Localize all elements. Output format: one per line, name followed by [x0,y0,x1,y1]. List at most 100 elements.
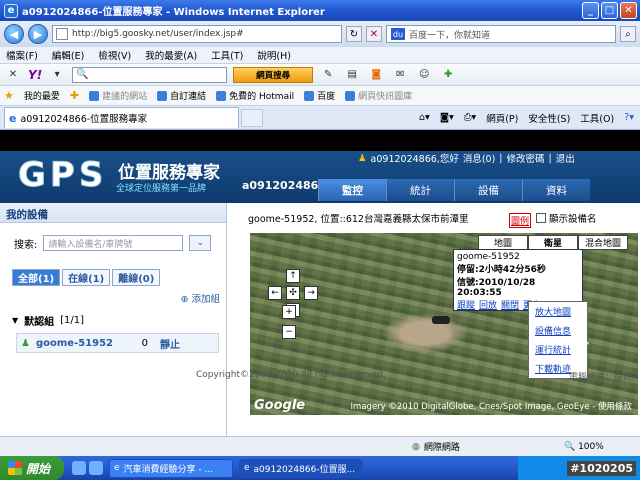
url-input[interactable]: http://big5.goosky.net/user/index.jsp# [52,25,342,43]
logout-link[interactable]: 退出 [556,151,575,165]
device-search-button[interactable]: ⌄ [189,235,212,251]
web-search-placeholder: 百度一下，你就知道 [409,30,491,41]
close-button[interactable]: ✕ [620,2,637,19]
maximize-button[interactable]: □ [601,2,618,19]
search-icon[interactable]: ⌕ [620,26,636,42]
menu-file[interactable]: 檔案(F) [6,48,38,62]
menu-zoom-map[interactable]: 放大地圖 [529,302,587,321]
map-type-satellite[interactable]: 衛星 [528,235,578,250]
map-type-map[interactable]: 地圖 [478,235,528,250]
close-toolbar-icon[interactable]: ✕ [4,67,22,83]
vehicle-marker-icon[interactable] [432,316,450,324]
page-menu[interactable]: 網頁(P) [486,111,518,125]
devices-title: 我的設備 [0,203,226,223]
gps-logo: GPS [17,155,108,196]
legend-link[interactable]: 圖例 [509,213,532,228]
track-link[interactable]: 跟蹤 [457,298,475,311]
pan-up-icon[interactable]: ↑ [286,269,300,283]
favorite-link[interactable]: 免費的 Hotmail [216,89,294,102]
taskbar-item[interactable]: e a0912024866-位置服... [239,458,363,478]
google-logo[interactable]: Google [254,398,305,413]
home-icon[interactable]: ⌂▾ [419,112,430,123]
safety-menu[interactable]: 安全性(S) [528,111,570,125]
playback-link[interactable]: 回放 [479,298,497,311]
help-icon[interactable]: ?▾ [624,112,634,123]
new-tab-button[interactable] [241,108,263,127]
tab-statistics[interactable]: 統計 [386,179,454,201]
dropdown-icon[interactable]: ▾ [48,67,66,83]
tab-monitor[interactable]: 監控 [318,179,386,201]
add-icon[interactable]: ✚ [439,67,457,83]
collapse-icon[interactable]: ▼ [12,316,18,325]
mail-icon[interactable]: ✉ [391,67,409,83]
device-row[interactable]: ♟ goome-51952 0 靜止 [16,333,219,353]
menu-favorites[interactable]: 我的最愛(A) [145,48,197,62]
bookmark-icon[interactable]: ▤ [343,67,361,83]
tab-data[interactable]: 資料 [522,179,590,201]
rss-icon[interactable]: ◙ [367,67,385,83]
add-favorite-icon[interactable]: ✚ [70,89,79,102]
close-popup-link[interactable]: 關閉 [501,298,519,311]
filter-offline[interactable]: 離線(0) [112,269,161,286]
gps-title: 位置服務專家 [118,163,220,183]
page-content: GPS 位置服務專家 全球定位服務第一品牌 a0912024866 ♟ a091… [0,151,640,436]
pencil-icon[interactable]: ✎ [319,67,337,83]
pan-center-icon[interactable]: ✣ [286,286,300,300]
yahoo-search-button[interactable]: 網頁搜尋 [233,66,314,83]
desktop-quicklaunch-icon[interactable] [89,461,103,475]
satellite-map[interactable]: 地圖 衛星 混合地圖 ↑ ← ✣ → ↓ + − goome-51952 停留:… [250,233,638,415]
pan-right-icon[interactable]: → [304,286,318,300]
filter-all[interactable]: 全部(1) [12,269,61,286]
gps-header: GPS 位置服務專家 全球定位服務第一品牌 a0912024866 ♟ a091… [0,151,640,203]
stop-icon[interactable]: ✕ [366,26,382,42]
map-panel: goome-51952, 位置::612台灣嘉義縣太保市前潭里 圖例 顯示設備名… [228,203,640,436]
favorites-star-icon[interactable]: ★ [4,89,14,102]
zoom-in-button[interactable]: + [282,305,296,319]
messages-link[interactable]: 消息(0) [463,151,495,165]
magnifier-icon: 🔍 [76,69,89,80]
yahoo-logo[interactable]: Y! [28,68,42,82]
yahoo-search-input[interactable]: 🔍 [72,66,228,83]
favorite-link[interactable]: 自訂連結 [157,89,206,102]
show-names-option[interactable]: 顯示設備名 [536,211,597,225]
forward-button[interactable]: ▶ [28,24,48,44]
minimize-button[interactable]: _ [582,2,599,19]
favorite-link[interactable]: 建議的網站 [89,89,147,102]
favorites-label[interactable]: 我的最愛 [24,89,60,102]
device-search-input[interactable]: 請輸入設備名/車牌號 [43,235,184,251]
ie-quicklaunch-icon[interactable] [72,461,86,475]
zoom-out-button[interactable]: − [282,325,296,339]
pan-left-icon[interactable]: ← [268,286,282,300]
add-group-link[interactable]: ⊕ 添加組 [181,291,221,305]
taskbar-item[interactable]: e 汽車消費經驗分享 - ... [109,458,233,478]
refresh-icon[interactable]: ↻ [346,26,362,42]
show-names-checkbox[interactable] [536,213,546,223]
favorite-link[interactable]: 網頁快訊圖庫 [345,89,412,102]
browser-tab[interactable]: e a0912024866-位置服務專家 [4,107,239,128]
map-type-hybrid[interactable]: 混合地圖 [578,235,628,250]
web-search-input[interactable]: du 百度一下，你就知道 [386,25,616,43]
popup-stop-time: 停留:2小時42分56秒 [457,265,546,275]
menu-edit[interactable]: 編輯(E) [52,48,84,62]
windows-taskbar: 開始 e汽車消費經驗分享 - ... ea0912024866-位置服... ◂… [0,456,640,480]
zoom-level[interactable]: 🔍 100% [564,442,604,452]
back-button[interactable]: ◀ [4,24,24,44]
device-value: 0 [141,337,148,349]
start-button[interactable]: 開始 [0,456,64,480]
menu-tools[interactable]: 工具(T) [211,48,243,62]
tab-devices[interactable]: 設備 [454,179,522,201]
group-count: [1/1] [60,315,85,326]
tools-menu[interactable]: 工具(O) [580,111,614,125]
contacts-icon[interactable]: ☺ [415,67,433,83]
favorite-link[interactable]: 百度 [304,89,335,102]
device-filter-tabs: 全部(1) 在線(1) 離線(0) [12,269,161,286]
menu-help[interactable]: 說明(H) [257,48,291,62]
change-password-link[interactable]: 修改密碼 [507,151,545,165]
address-bar: ◀ ▶ http://big5.goosky.net/user/index.js… [0,21,640,47]
print-icon[interactable]: ⎙▾ [464,112,476,123]
separator: | [499,152,503,164]
group-header[interactable]: ▼ 默認組 [1/1] [12,313,84,328]
filter-online[interactable]: 在線(1) [62,269,111,286]
menu-view[interactable]: 檢視(V) [98,48,131,62]
feeds-icon[interactable]: ◙▾ [440,112,454,123]
